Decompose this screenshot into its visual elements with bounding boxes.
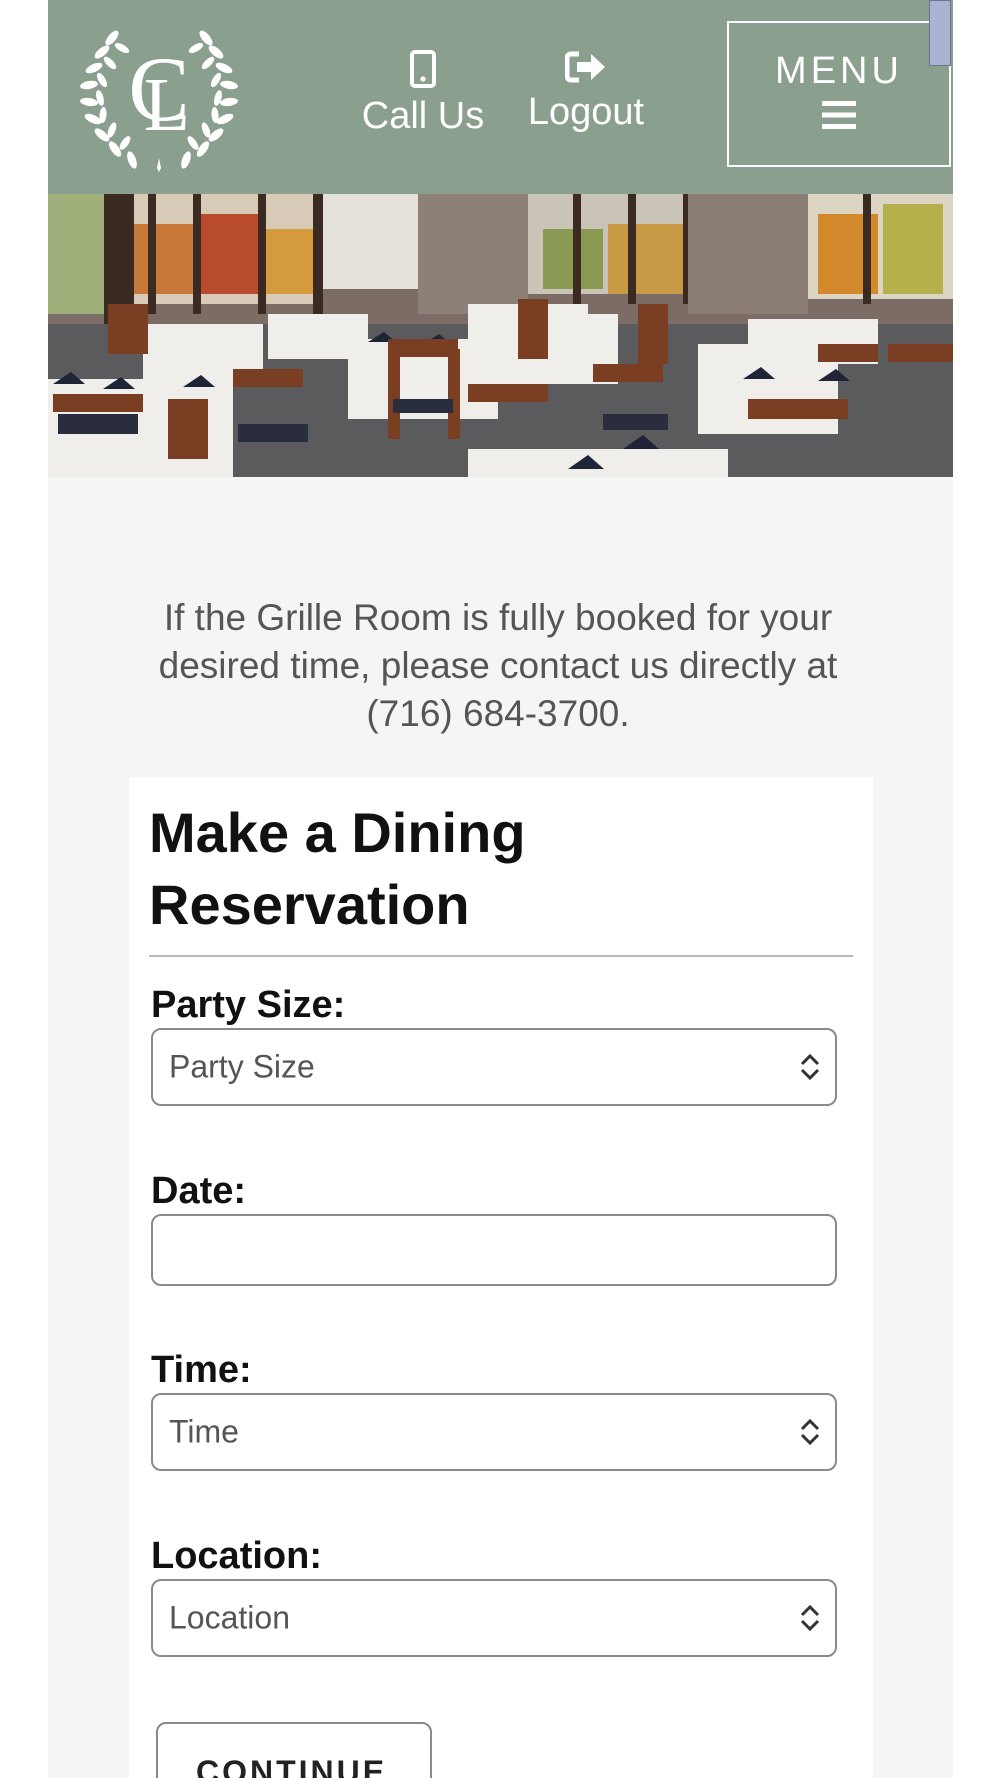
club-logo[interactable]: C L <box>72 8 246 180</box>
page: C L Call Us Logout MENU If the Grille Ro… <box>48 0 953 1778</box>
mobile-phone-icon <box>410 50 436 88</box>
dining-room-image <box>48 194 953 477</box>
party-size-value: Party Size <box>169 1048 315 1085</box>
date-input[interactable] <box>151 1214 837 1286</box>
call-us-button[interactable]: Call Us <box>353 50 493 138</box>
svg-text:L: L <box>144 63 190 147</box>
continue-label: CONTINUE <box>196 1754 388 1778</box>
title-divider <box>149 955 853 957</box>
location-value: Location <box>169 1599 290 1636</box>
time-label: Time: <box>151 1349 252 1391</box>
location-label: Location: <box>151 1535 322 1577</box>
select-arrows-icon <box>800 1053 820 1081</box>
hamburger-icon <box>822 101 856 129</box>
time-value: Time <box>169 1413 239 1450</box>
menu-button[interactable]: MENU <box>727 21 951 167</box>
select-arrows-icon <box>800 1418 820 1446</box>
scrollbar-handle[interactable] <box>929 0 951 66</box>
time-select[interactable]: Time <box>151 1393 837 1471</box>
dining-room-photo <box>48 194 953 477</box>
form-title: Make a Dining Reservation <box>149 801 526 936</box>
sign-out-icon <box>565 51 605 83</box>
logout-label: Logout <box>527 91 645 133</box>
laurel-wreath-logo-icon: C L <box>80 28 239 172</box>
location-select[interactable]: Location <box>151 1579 837 1657</box>
call-us-label: Call Us <box>361 95 485 137</box>
booking-notice: If the Grille Room is fully booked for y… <box>158 597 838 734</box>
menu-label: MENU <box>775 50 903 92</box>
select-arrows-icon <box>800 1604 820 1632</box>
party-size-select[interactable]: Party Size <box>151 1028 837 1106</box>
date-label: Date: <box>151 1170 247 1212</box>
continue-button[interactable]: CONTINUE <box>156 1722 432 1778</box>
reservation-form: Make a Dining Reservation Party Size: Pa… <box>129 777 873 1778</box>
logout-button[interactable]: Logout <box>522 50 650 134</box>
site-header: C L Call Us Logout MENU <box>48 0 953 194</box>
party-size-label: Party Size: <box>151 984 346 1026</box>
